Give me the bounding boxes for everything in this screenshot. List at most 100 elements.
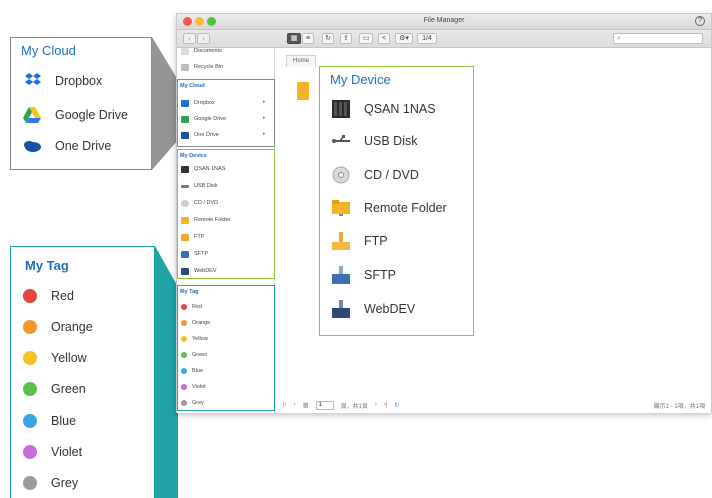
sidebar-item-ftp[interactable]: FTP [181, 231, 204, 243]
chevron-icon[interactable]: ▸ [263, 99, 266, 105]
tag-dot-icon [23, 476, 37, 490]
sidebar-tag-red[interactable]: Red [181, 301, 202, 313]
callout-tag-violet[interactable]: Violet [23, 445, 82, 459]
callout-item-one-drive[interactable]: One Drive [23, 139, 111, 153]
callout-tag-yellow[interactable]: Yellow [23, 351, 87, 365]
callout-tag-green[interactable]: Green [23, 382, 86, 396]
callout-item-cd-dvd[interactable]: CD / DVD [332, 166, 419, 184]
new-folder-icon[interactable]: ▭ [359, 33, 373, 44]
sidebar-item-webdev[interactable]: WebDEV [181, 265, 217, 277]
folder-icon[interactable] [297, 82, 309, 100]
sftp-icon [332, 266, 350, 284]
sidebar-tag-violet[interactable]: Violet [181, 381, 206, 393]
webdav-icon [332, 300, 350, 318]
chevron-icon[interactable]: ▸ [263, 131, 266, 137]
callout-tag-grey[interactable]: Grey [23, 476, 78, 490]
tag-dot-icon [181, 368, 187, 374]
share-icon[interactable]: < [378, 33, 390, 44]
callout-tag-red[interactable]: Red [23, 289, 74, 303]
ftp-icon [332, 232, 350, 250]
tab-home[interactable]: Home [286, 55, 316, 67]
callout-item-google-drive[interactable]: Google Drive [23, 107, 128, 123]
google-drive-icon [181, 115, 189, 123]
my-device-callout: My Device QSAN 1NAS USB Disk CD / DVD Re… [319, 66, 474, 336]
my-tag-heading: My Tag [25, 258, 69, 273]
cloud-connector [152, 37, 178, 170]
sidebar-tag-blue[interactable]: Blue [181, 365, 203, 377]
sidebar-tag-yellow[interactable]: Yellow [181, 333, 208, 345]
dropbox-icon [25, 73, 41, 85]
document-icon [181, 47, 189, 55]
sidebar-my-cloud-heading: My Cloud [180, 83, 205, 89]
tag-dot-icon [23, 320, 37, 334]
refresh-icon[interactable]: ↻ [394, 402, 399, 409]
callout-item-remote-folder[interactable]: Remote Folder [332, 200, 447, 216]
nas-icon [332, 100, 350, 118]
sidebar-tag-orange[interactable]: Orange [181, 317, 210, 329]
sidebar-item-google-drive[interactable]: Google Drive [181, 113, 226, 125]
callout-tag-orange[interactable]: Orange [23, 320, 93, 334]
callout-tag-blue[interactable]: Blue [23, 414, 76, 428]
onedrive-icon [24, 141, 41, 152]
google-drive-icon [23, 107, 41, 123]
folder-icon [332, 200, 350, 216]
sidebar-tag-grey[interactable]: Grey [181, 397, 204, 409]
sidebar-item-remote-folder[interactable]: Remote Folder [181, 214, 230, 226]
sidebar-item-qsan-nas[interactable]: QSAN 1NAS [181, 163, 225, 175]
page-label-right: 頁，共1頁 [340, 403, 368, 410]
refresh-icon[interactable]: ↻ [322, 33, 334, 44]
sidebar-item-documents[interactable]: Documents [181, 45, 222, 57]
settings-icon[interactable]: ⚙▾ [395, 33, 413, 44]
back-button[interactable]: ‹ [183, 33, 196, 44]
callout-item-webdev[interactable]: WebDEV [332, 300, 415, 318]
prev-page-icon[interactable]: ‹ [294, 402, 296, 408]
help-icon[interactable]: ? [695, 16, 705, 26]
sidebar-item-one-drive[interactable]: One Drive [181, 129, 219, 141]
sidebar-item-usb-disk[interactable]: USB Disk [181, 180, 218, 192]
page-label-left: 第 [302, 403, 309, 410]
forward-button[interactable]: › [197, 33, 210, 44]
callout-item-dropbox[interactable]: Dropbox [23, 73, 102, 89]
tag-dot-icon [23, 289, 37, 303]
title-bar: File Manager ? [177, 14, 711, 30]
next-page-icon[interactable]: › [375, 402, 377, 408]
callout-item-usb-disk[interactable]: USB Disk [332, 134, 417, 148]
last-page-icon[interactable]: ›| [384, 402, 388, 408]
tag-dot-icon [23, 414, 37, 428]
tag-dot-icon [181, 400, 187, 406]
search-input[interactable]: ⌕ [613, 33, 703, 44]
nas-icon [181, 165, 189, 173]
dropbox-icon [181, 99, 189, 107]
tag-dot-icon [23, 382, 37, 396]
tag-dot-icon [181, 320, 187, 326]
folder-icon [181, 216, 189, 224]
callout-item-ftp[interactable]: FTP [332, 232, 388, 250]
view-size-select[interactable]: 1/4 [417, 33, 437, 44]
sidebar-my-device-heading: My Device [180, 153, 207, 159]
my-cloud-callout: My Cloud Dropbox Google Drive One Drive [10, 37, 152, 170]
my-tag-callout: My Tag Red Orange Yellow Green Blue Viol… [10, 246, 155, 498]
first-page-icon[interactable]: |‹ [283, 402, 287, 408]
sidebar-item-recycle-bin[interactable]: Recycle Bin [181, 61, 223, 73]
list-view-icon[interactable]: ≡ [302, 33, 314, 44]
cd-icon [332, 166, 350, 184]
onedrive-icon [181, 131, 189, 139]
chevron-icon[interactable]: ▸ [263, 115, 266, 121]
window-title: File Manager [423, 17, 465, 24]
item-count-text: 顯示1 - 1項，共1項 [653, 404, 705, 410]
sftp-icon [181, 250, 189, 258]
sidebar-item-cd-dvd[interactable]: CD / DVD [181, 197, 218, 209]
status-bar: |‹ ‹ 第 1 頁，共1頁 › ›| ↻ 顯示1 - 1項，共1項 [283, 399, 711, 411]
grid-view-icon[interactable]: ▦ [287, 33, 301, 44]
tag-dot-icon [181, 384, 187, 390]
tag-dot-icon [23, 445, 37, 459]
sidebar-item-dropbox[interactable]: Dropbox [181, 97, 215, 109]
webdav-icon [181, 267, 189, 275]
upload-icon[interactable]: ⇪ [340, 33, 352, 44]
callout-item-qsan-nas[interactable]: QSAN 1NAS [332, 100, 436, 118]
callout-item-sftp[interactable]: SFTP [332, 266, 396, 284]
sidebar-tag-green[interactable]: Green [181, 349, 207, 361]
tag-dot-icon [181, 304, 187, 310]
page-number-input[interactable]: 1 [315, 400, 334, 410]
sidebar-item-sftp[interactable]: SFTP [181, 248, 208, 260]
